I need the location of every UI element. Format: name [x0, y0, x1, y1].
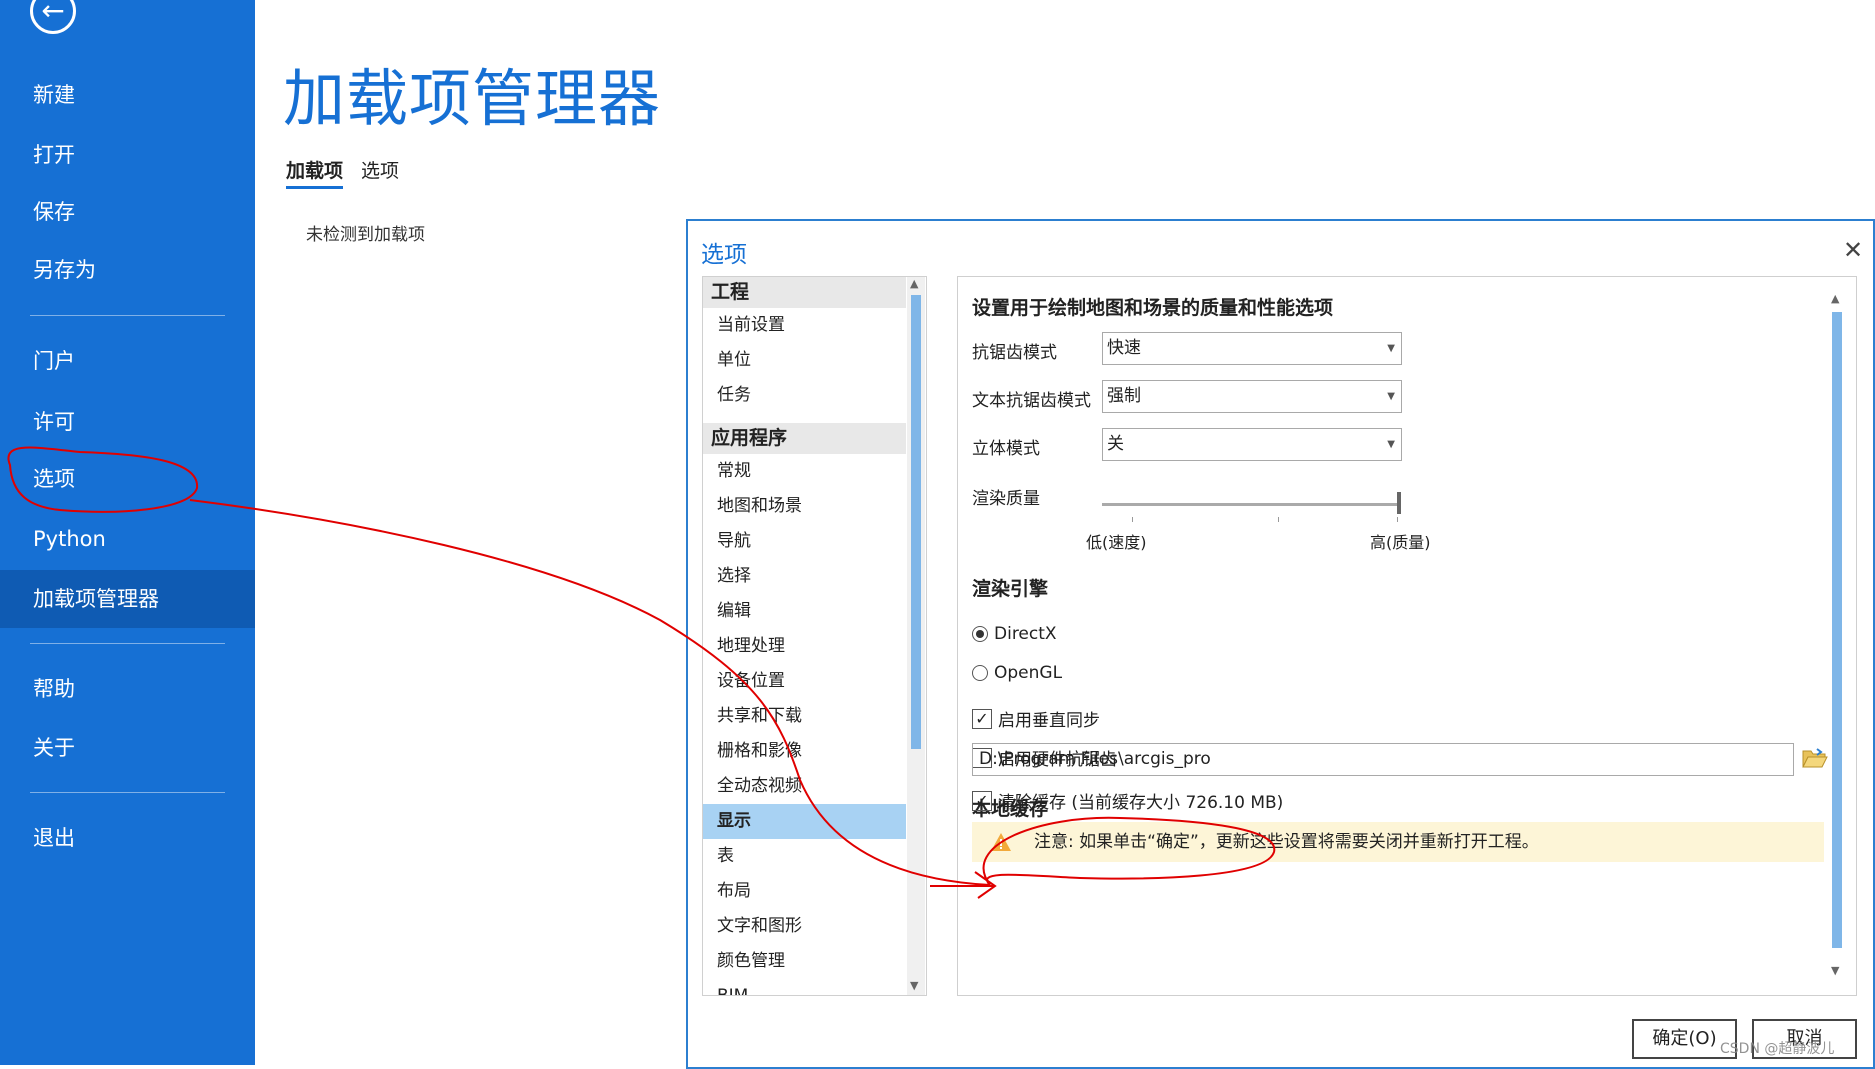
stereo-value: 关	[1107, 434, 1124, 454]
sidebar-divider	[30, 792, 225, 793]
scroll-up-icon[interactable]: ▲	[1831, 292, 1839, 305]
scroll-up-icon[interactable]: ▲	[910, 277, 918, 290]
sidebar-divider	[30, 315, 225, 316]
slider-low-label: 低(速度)	[1086, 533, 1147, 552]
nav-item-color-management[interactable]: 颜色管理	[703, 944, 906, 979]
tab-addins[interactable]: 加载项	[286, 156, 344, 189]
sidebar-item-open[interactable]: 打开	[0, 126, 255, 184]
sidebar-item-python[interactable]: Python	[0, 510, 255, 568]
vsync-label: 启用垂直同步	[998, 711, 1100, 731]
nav-item-editing[interactable]: 编辑	[703, 594, 906, 629]
slider-high-label: 高(质量)	[1370, 533, 1431, 552]
antialias-dropdown[interactable]: 快速 ▼	[1102, 332, 1402, 365]
sidebar-item-addin-manager[interactable]: 加载项管理器	[0, 570, 255, 628]
antialias-label: 抗锯齿模式	[972, 343, 1057, 363]
render-quality-slider-thumb[interactable]	[1397, 492, 1401, 514]
warning-icon	[991, 833, 1011, 851]
sidebar-item-new[interactable]: 新建	[0, 66, 255, 124]
nav-item-share-download[interactable]: 共享和下载	[703, 699, 906, 734]
slider-tick	[1132, 517, 1133, 522]
display-settings-pane: 设置用于绘制地图和场景的质量和性能选项 抗锯齿模式 快速 ▼ 文本抗锯齿模式 强…	[957, 276, 1857, 996]
slider-tick	[1278, 517, 1279, 522]
radio-button[interactable]	[972, 665, 988, 681]
watermark: CSDN @超静波儿	[1720, 1041, 1835, 1057]
nav-item-table[interactable]: 表	[703, 839, 906, 874]
dialog-title: 选项	[701, 242, 747, 268]
radio-directx-label: DirectX	[994, 624, 1057, 644]
clear-cache-checkbox-row[interactable]: ✓ 清除缓存 (当前缓存大小 726.10 MB)	[972, 788, 1283, 813]
nav-item-tasks[interactable]: 任务	[703, 378, 906, 413]
nav-item-units[interactable]: 单位	[703, 343, 906, 378]
nav-item-full-motion-video[interactable]: 全动态视频	[703, 769, 906, 804]
scroll-down-icon[interactable]: ▼	[1831, 964, 1839, 977]
radio-directx[interactable]: DirectX	[972, 624, 1057, 644]
empty-message: 未检测到加载项	[306, 225, 425, 245]
nav-group-project: 工程	[703, 277, 906, 308]
nav-item-bim[interactable]: BIM	[703, 979, 906, 995]
stereo-dropdown[interactable]: 关 ▼	[1102, 428, 1402, 461]
nav-item-navigation[interactable]: 导航	[703, 524, 906, 559]
sidebar-item-portal[interactable]: 门户	[0, 332, 255, 390]
page-title: 加载项管理器	[283, 62, 662, 135]
warning-text: 注意: 如果单击“确定”，更新这些设置将需要关闭并重新打开工程。	[1034, 832, 1539, 852]
nav-scrollbar[interactable]: ▲ ▼	[907, 277, 925, 995]
nav-item-selection[interactable]: 选择	[703, 559, 906, 594]
antialias-value: 快速	[1107, 338, 1141, 358]
sidebar-item-licensing[interactable]: 许可	[0, 393, 255, 451]
nav-scroll-thumb[interactable]	[911, 295, 921, 749]
close-icon[interactable]: ✕	[1843, 236, 1863, 264]
render-quality-slider[interactable]	[1102, 503, 1398, 506]
nav-item-layout[interactable]: 布局	[703, 874, 906, 909]
back-arrow-icon[interactable]: ←	[30, 0, 76, 34]
nav-item-current-settings[interactable]: 当前设置	[703, 308, 906, 343]
text-antialias-dropdown[interactable]: 强制 ▼	[1102, 380, 1402, 413]
sidebar-item-about[interactable]: 关于	[0, 719, 255, 777]
options-nav-list: 工程 当前设置 单位 任务 应用程序 常规 地图和场景 导航 选择 编辑 地理处…	[702, 276, 927, 996]
chevron-down-icon: ▼	[1387, 391, 1395, 402]
vsync-checkbox[interactable]: ✓ 启用垂直同步	[972, 706, 1100, 731]
warning-banner: 注意: 如果单击“确定”，更新这些设置将需要关闭并重新打开工程。	[972, 822, 1824, 862]
backstage-sidebar: ← 新建 打开 保存 另存为 门户 许可 选项 Python 加载项管理器 帮助…	[0, 0, 255, 1065]
sidebar-item-help[interactable]: 帮助	[0, 660, 255, 718]
stereo-label: 立体模式	[972, 439, 1040, 459]
checkmark-icon[interactable]: ✓	[972, 708, 992, 729]
nav-item-raster-imagery[interactable]: 栅格和影像	[703, 734, 906, 769]
nav-item-display[interactable]: 显示	[703, 804, 906, 839]
text-antialias-label: 文本抗锯齿模式	[972, 391, 1091, 411]
pane-heading: 设置用于绘制地图和场景的质量和性能选项	[972, 297, 1334, 319]
nav-item-device-location[interactable]: 设备位置	[703, 664, 906, 699]
pane-scroll-thumb[interactable]	[1832, 312, 1842, 948]
nav-item-text-graphics[interactable]: 文字和图形	[703, 909, 906, 944]
radio-opengl-label: OpenGL	[994, 663, 1063, 683]
nav-item-map-and-scene[interactable]: 地图和场景	[703, 489, 906, 524]
clear-cache-label: 清除缓存 (当前缓存大小 726.10 MB)	[998, 793, 1284, 813]
sidebar-item-exit[interactable]: 退出	[0, 809, 255, 867]
sidebar-item-save-as[interactable]: 另存为	[0, 241, 255, 299]
text-antialias-value: 强制	[1107, 386, 1141, 406]
options-dialog: 选项 ✕ 工程 当前设置 单位 任务 应用程序 常规 地图和场景 导航 选择 编…	[686, 219, 1875, 1069]
nav-group-application: 应用程序	[703, 423, 906, 454]
sidebar-item-options[interactable]: 选项	[0, 450, 255, 508]
folder-open-icon[interactable]	[1802, 747, 1828, 769]
render-engine-heading: 渲染引擎	[972, 578, 1049, 600]
chevron-down-icon: ▼	[1387, 439, 1395, 450]
radio-opengl[interactable]: OpenGL	[972, 663, 1062, 683]
slider-tick	[1397, 517, 1398, 522]
nav-item-geoprocessing[interactable]: 地理处理	[703, 629, 906, 664]
cache-path-input[interactable]: D:\Program Files\arcgis_pro	[972, 743, 1794, 776]
checkmark-icon[interactable]: ✓	[972, 790, 992, 811]
nav-item-general[interactable]: 常规	[703, 454, 906, 489]
radio-button[interactable]	[972, 626, 988, 642]
scroll-down-icon[interactable]: ▼	[910, 979, 918, 992]
render-quality-label: 渲染质量	[972, 489, 1040, 509]
sidebar-item-save[interactable]: 保存	[0, 183, 255, 241]
pane-scrollbar[interactable]: ▲ ▼	[1830, 292, 1844, 980]
chevron-down-icon: ▼	[1387, 343, 1395, 354]
sidebar-divider	[30, 643, 225, 644]
tab-options[interactable]: 选项	[361, 156, 399, 183]
